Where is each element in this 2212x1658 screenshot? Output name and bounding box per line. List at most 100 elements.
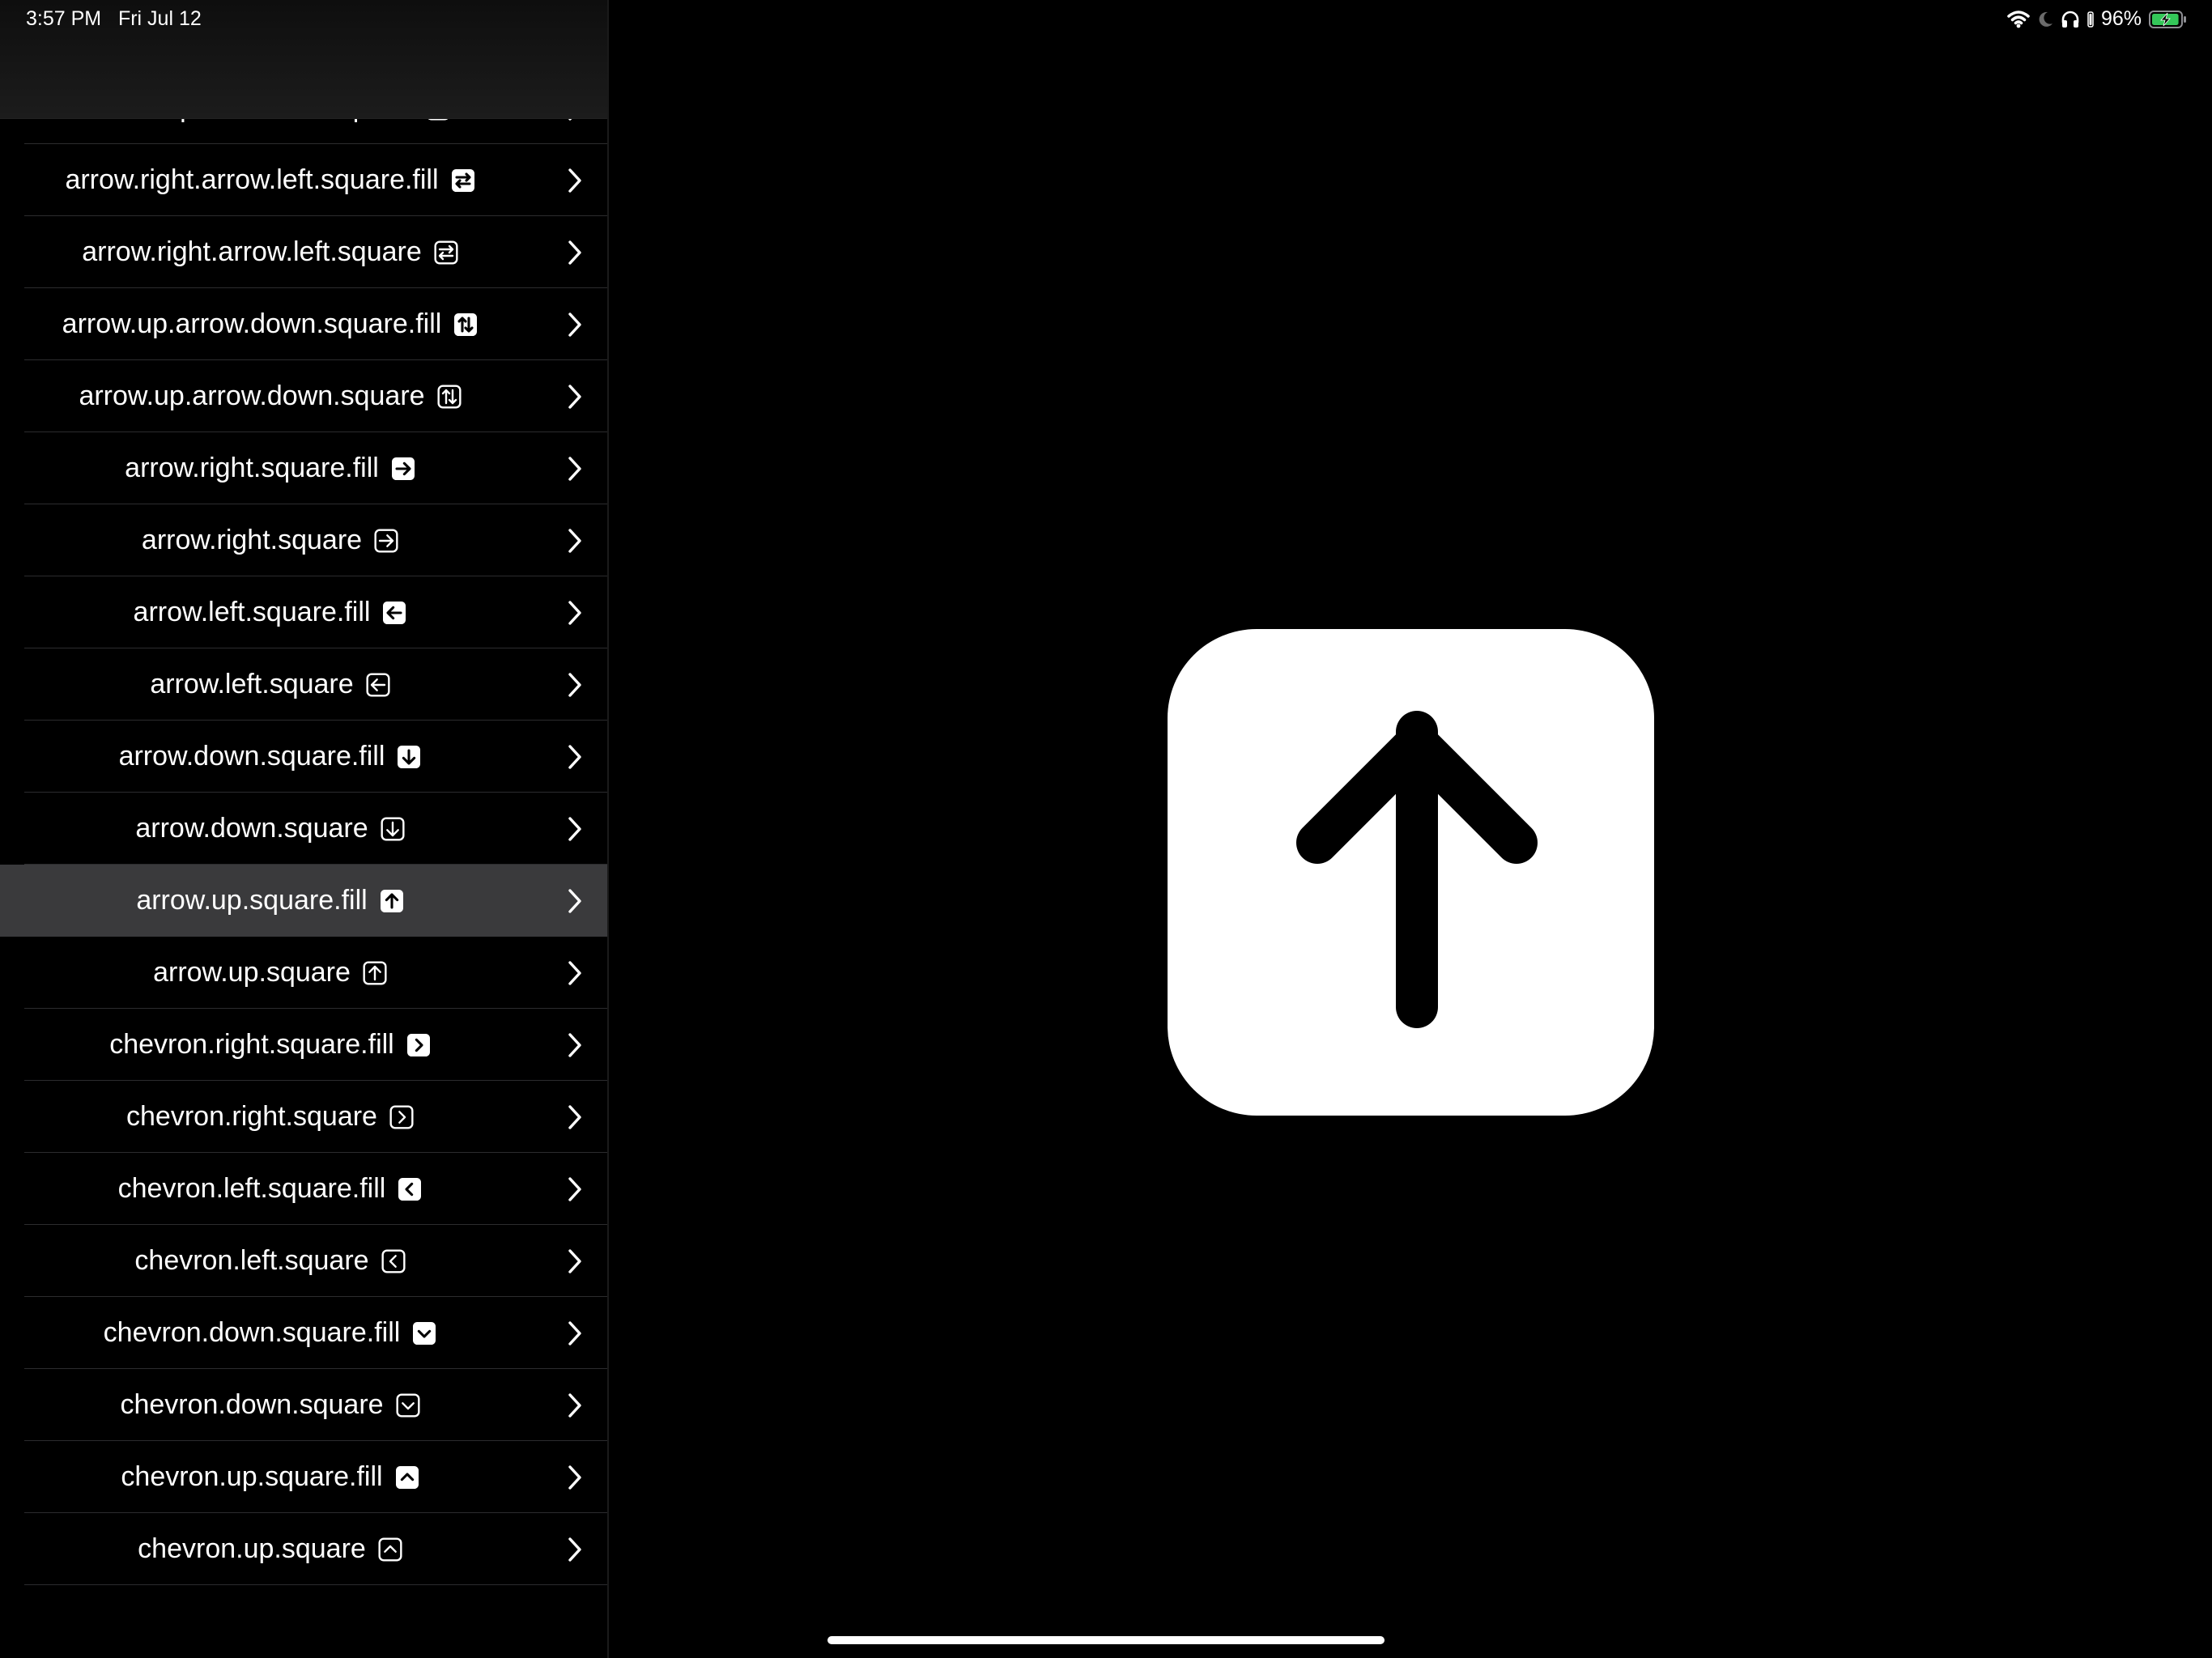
list-item-label: arrow.right.square: [141, 525, 363, 555]
arrow-down-square-icon: [398, 745, 421, 768]
chevron-right-icon: [568, 529, 581, 553]
chevron-left-square-icon: [398, 1177, 422, 1201]
arrow-up-square-icon: [380, 889, 403, 912]
chevron-up-square-icon: [378, 1537, 402, 1562]
chevron-right-icon: [568, 1537, 581, 1562]
list-item-label: arrow.up.square.fill: [136, 885, 368, 916]
arrow-left-square-icon: [383, 601, 406, 624]
list-item-label: arrow.down.square.fill: [118, 741, 385, 772]
list-item[interactable]: arrow.up.square.fill: [0, 865, 607, 937]
list-item[interactable]: chevron.right.square: [0, 1081, 607, 1153]
list-item-label: arrow.left.square: [150, 669, 354, 699]
list-item-label: chevron.up.square.fill: [121, 1461, 383, 1492]
list-item[interactable]: arrow.up.arrow.down.square: [0, 360, 607, 432]
list-item-content: arrow.left.square: [0, 648, 541, 721]
status-indicators: 96%: [2007, 7, 2188, 31]
chevron-up-square-icon: [395, 1465, 419, 1489]
list-item[interactable]: arrow.right.square.fill: [0, 432, 607, 504]
list-item[interactable]: chevron.down.square: [0, 1369, 607, 1441]
chevron-right-square-icon: [406, 1033, 430, 1056]
list-item-content: arrow.up.square: [0, 937, 541, 1009]
chevron-right-icon: [568, 1465, 581, 1490]
list-item[interactable]: chevron.up.square.fill: [0, 1441, 607, 1513]
wifi-icon: [2007, 10, 2030, 28]
rightleft-arrows-square-icon: [434, 240, 458, 265]
arrow-left-square-icon: [366, 672, 390, 697]
chevron-right-icon: [568, 457, 581, 481]
list-item-label: chevron.up.square: [138, 1533, 366, 1564]
symbol-list[interactable]: arrow.up.arrow.down.squarearrow.up.and.d…: [0, 0, 607, 1585]
symbol-preview: [1168, 629, 1654, 1116]
list-item[interactable]: arrow.down.square.fill: [0, 721, 607, 793]
arrow-up-square-icon: [363, 960, 387, 985]
list-item-content: arrow.up.square.fill: [0, 865, 541, 937]
list-item-label: arrow.up.square: [153, 957, 351, 988]
headphone-battery-icon: [2087, 11, 2094, 28]
chevron-right-icon: [568, 673, 581, 697]
updown-arrows-square-icon: [454, 312, 478, 336]
battery-icon: [2149, 10, 2186, 28]
chevron-right-icon: [568, 312, 581, 337]
do-not-disturb-moon-icon: [2039, 11, 2052, 27]
list-item-content: arrow.right.arrow.left.square: [0, 216, 541, 288]
chevron-down-square-icon: [413, 1321, 436, 1345]
list-item[interactable]: chevron.up.square: [0, 1513, 607, 1585]
list-item[interactable]: chevron.right.square.fill: [0, 1009, 607, 1081]
headphones-icon: [2061, 11, 2079, 28]
sidebar-navigation-bar: [0, 0, 607, 119]
list-item[interactable]: arrow.left.square: [0, 648, 607, 721]
chevron-right-icon: [568, 1393, 581, 1418]
list-item[interactable]: chevron.left.square.fill: [0, 1153, 607, 1225]
list-item[interactable]: chevron.down.square.fill: [0, 1297, 607, 1369]
list-item-label: chevron.left.square.fill: [117, 1173, 386, 1204]
list-item[interactable]: arrow.left.square.fill: [0, 576, 607, 648]
list-item-label: chevron.right.square.fill: [109, 1029, 394, 1060]
list-item-label: arrow.up.arrow.down.square.fill: [62, 308, 442, 339]
list-item-label: chevron.right.square: [126, 1101, 377, 1132]
list-item-content: chevron.up.square: [0, 1513, 541, 1585]
chevron-right-icon: [568, 745, 581, 769]
chevron-right-icon: [568, 168, 581, 193]
list-item[interactable]: chevron.left.square: [0, 1225, 607, 1297]
list-item-content: arrow.left.square.fill: [0, 576, 541, 648]
split-view-divider[interactable]: [607, 0, 609, 1658]
updown-arrows-square-icon: [437, 384, 462, 409]
list-item-label: chevron.left.square: [134, 1245, 369, 1276]
chevron-right-icon: [568, 961, 581, 985]
list-item-label: chevron.down.square.fill: [103, 1317, 401, 1348]
list-item[interactable]: arrow.down.square: [0, 793, 607, 865]
battery-percent: 96%: [2100, 7, 2142, 30]
list-item[interactable]: arrow.right.square: [0, 504, 607, 576]
chevron-right-icon: [568, 1033, 581, 1057]
list-item-label: chevron.down.square: [120, 1389, 384, 1420]
list-item-content: arrow.up.arrow.down.square: [0, 360, 541, 432]
list-item[interactable]: arrow.right.arrow.left.square.fill: [0, 144, 607, 216]
list-item-label: arrow.right.square.fill: [125, 453, 379, 483]
chevron-right-icon: [568, 1177, 581, 1201]
chevron-right-icon: [568, 889, 581, 913]
chevron-right-icon: [568, 1321, 581, 1346]
list-item-content: chevron.down.square.fill: [0, 1297, 541, 1369]
list-item-label: arrow.right.arrow.left.square.fill: [65, 164, 439, 195]
chevron-right-icon: [568, 1249, 581, 1273]
list-item-content: arrow.right.square.fill: [0, 432, 541, 504]
list-item-label: arrow.down.square: [135, 813, 368, 844]
arrow-down-square-icon: [381, 816, 405, 841]
list-item-content: arrow.down.square.fill: [0, 721, 541, 793]
chevron-right-icon: [568, 1105, 581, 1129]
list-item-content: chevron.down.square: [0, 1369, 541, 1441]
home-indicator[interactable]: [827, 1636, 1385, 1644]
list-item-content: chevron.left.square.fill: [0, 1153, 541, 1225]
list-item-content: arrow.right.square: [0, 504, 541, 576]
chevron-right-icon: [568, 601, 581, 625]
list-item[interactable]: arrow.up.arrow.down.square.fill: [0, 288, 607, 360]
arrow-up-icon: [1296, 711, 1538, 1028]
chevron-right-icon: [568, 385, 581, 409]
list-item-content: chevron.right.square.fill: [0, 1009, 541, 1081]
arrow-right-square-icon: [374, 528, 398, 553]
list-item-content: arrow.right.arrow.left.square.fill: [0, 144, 541, 216]
chevron-right-icon: [568, 240, 581, 265]
list-item[interactable]: arrow.up.square: [0, 937, 607, 1009]
list-item[interactable]: arrow.right.arrow.left.square: [0, 216, 607, 288]
list-item-label: arrow.left.square.fill: [133, 597, 371, 627]
